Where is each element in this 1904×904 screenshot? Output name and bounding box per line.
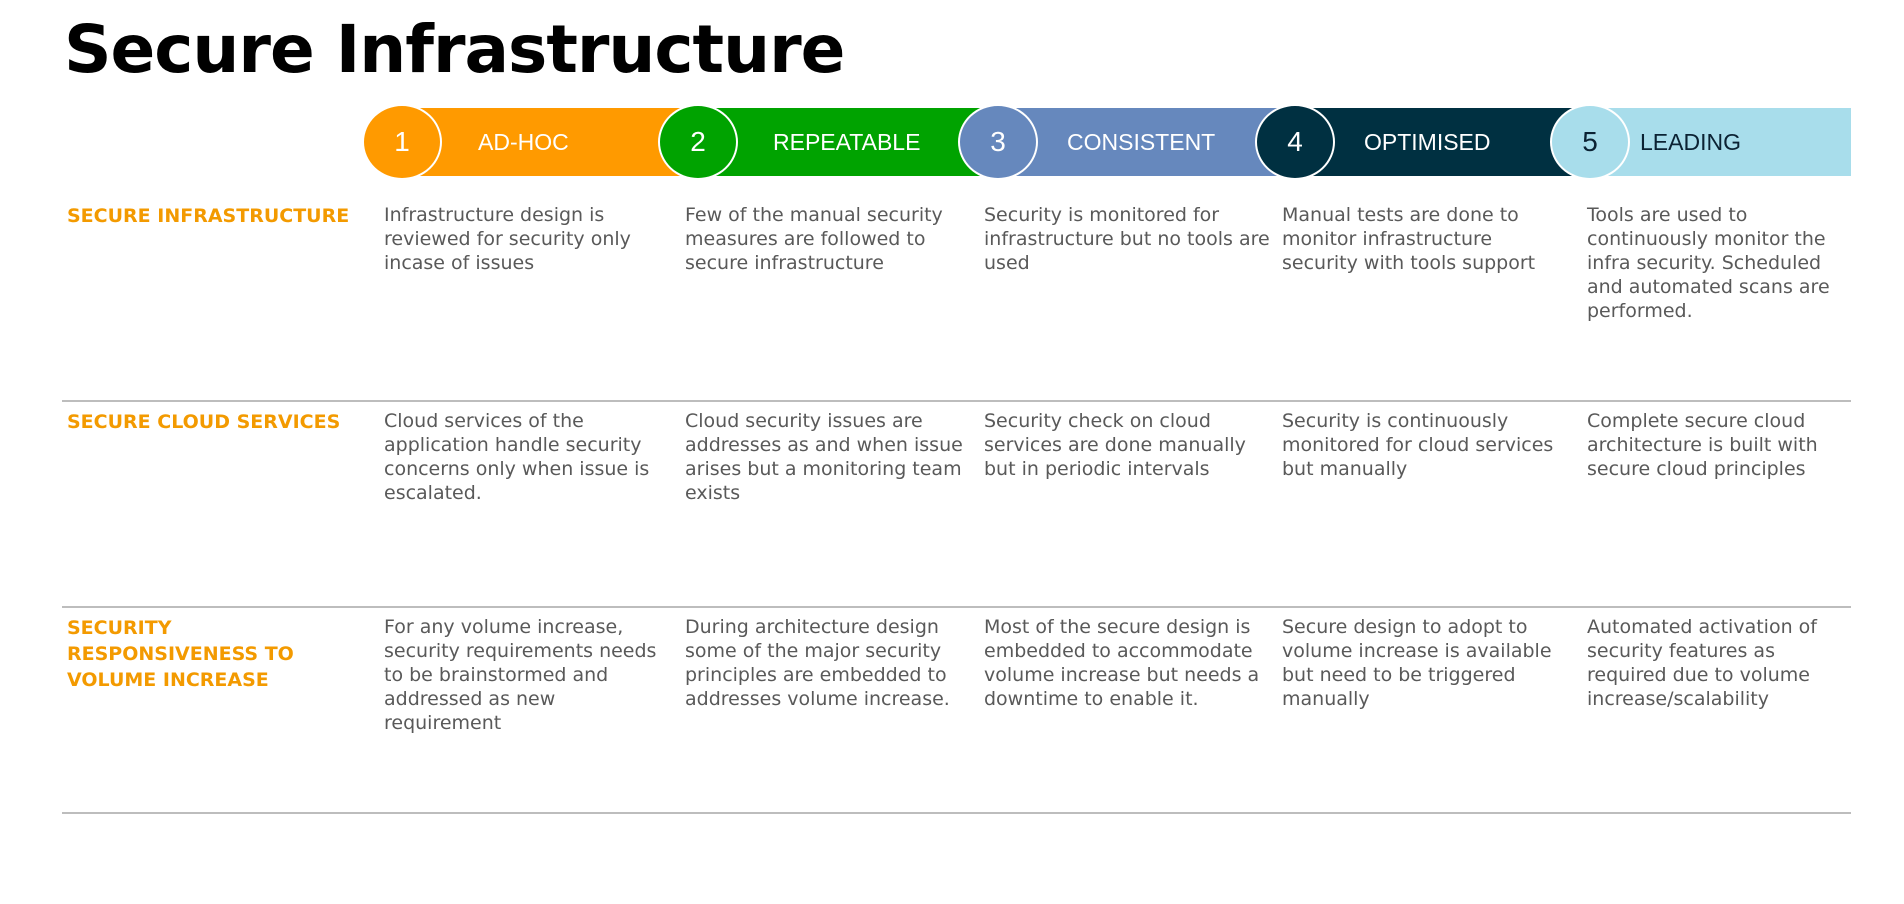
table-cell: During architecture design some of the m… [685,616,950,710]
row-label: SECURITY RESPONSIVENESS TO VOLUME INCREA… [67,617,294,691]
level-band-2: REPEATABLE [695,108,995,176]
level-band-3: CONSISTENT [995,108,1295,176]
level-band-1: AD-HOC [400,108,690,176]
level-label: LEADING [1640,128,1741,155]
table-cell: Most of the secure design is embedded to… [984,616,1260,710]
page-title: Secure Infrastructure [64,11,845,88]
table-cell: Complete secure cloud architecture is bu… [1587,410,1818,480]
table-cell: Manual tests are done to monitor infrast… [1282,204,1536,274]
row-label: SECURE INFRASTRUCTURE [67,205,350,227]
table-cell: Security is monitored for infrastructure… [984,204,1270,274]
level-number-badge-4: 4 [1255,104,1335,180]
table-cell: Security is continuously monitored for c… [1282,410,1554,480]
table-cell: Cloud security issues are addresses as a… [685,410,963,504]
row-label: SECURE CLOUD SERVICES [67,411,341,433]
level-label: CONSISTENT [1067,128,1216,155]
level-number-badge-2: 2 [658,104,738,180]
level-label: OPTIMISED [1364,128,1491,155]
level-number-badge-1: 1 [362,104,442,180]
level-band-5: LEADING [1592,108,1851,176]
table-cell: Tools are used to continuously monitor t… [1587,204,1830,322]
table-cell: Security check on cloud services are don… [984,410,1246,480]
table-cell: Secure design to adopt to volume increas… [1282,616,1552,710]
table-cell: Automated activation of security feature… [1587,616,1817,710]
level-label: AD-HOC [478,128,569,155]
level-label: REPEATABLE [773,128,921,155]
level-band-4: OPTIMISED [1292,108,1592,176]
level-number-badge-5: 5 [1550,104,1630,180]
row-divider [62,812,1851,814]
row-divider [62,606,1851,608]
table-cell: Few of the manual security measures are … [685,204,943,274]
table-cell: Cloud services of the application handle… [384,410,650,504]
table-cell: For any volume increase, security requir… [384,616,657,734]
row-divider [62,400,1851,402]
table-cell: Infrastructure design is reviewed for se… [384,204,631,274]
level-number-badge-3: 3 [958,104,1038,180]
